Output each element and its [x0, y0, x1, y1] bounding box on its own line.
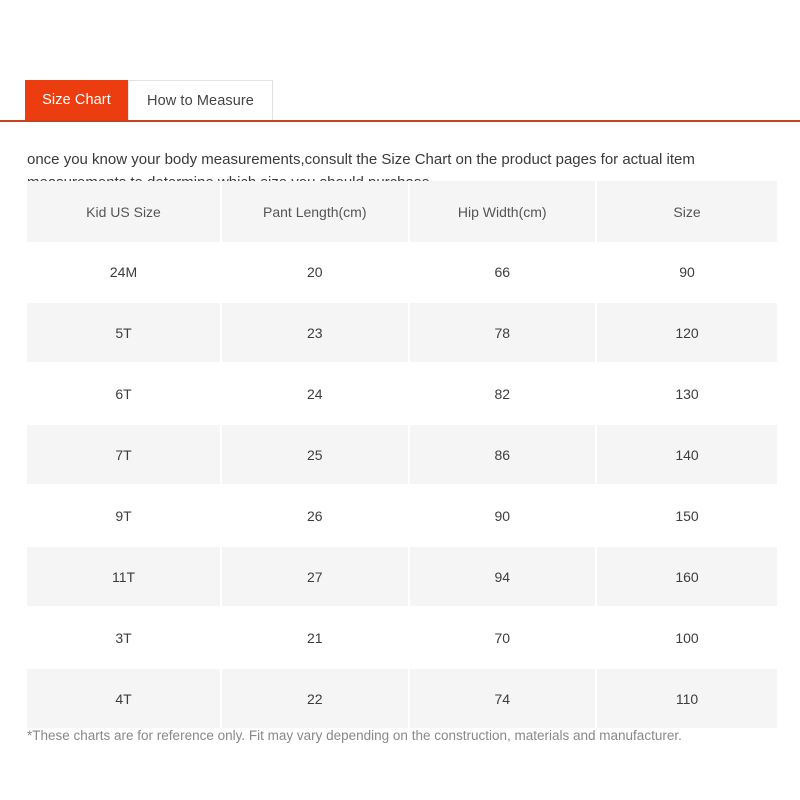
cell-pant-length: 25: [222, 425, 410, 486]
cell-pant-length: 20: [222, 242, 410, 303]
column-header-size: Size: [597, 181, 777, 242]
table-row: 9T 26 90 150: [27, 486, 777, 547]
cell-hip-width: 90: [409, 486, 597, 547]
cell-hip-width: 86: [409, 425, 597, 486]
cell-pant-length: 22: [222, 669, 410, 730]
column-header-kid-us-size: Kid US Size: [27, 181, 222, 242]
size-chart-table: Kid US Size Pant Length(cm) Hip Width(cm…: [27, 181, 777, 730]
table-row: 6T 24 82 130: [27, 364, 777, 425]
cell-size: 150: [597, 486, 777, 547]
table-row: 4T 22 74 110: [27, 669, 777, 730]
cell-hip-width: 94: [409, 547, 597, 608]
cell-pant-length: 27: [222, 547, 410, 608]
cell-kid-us-size: 9T: [27, 486, 222, 547]
table-row: 5T 23 78 120: [27, 303, 777, 364]
cell-kid-us-size: 5T: [27, 303, 222, 364]
cell-kid-us-size: 11T: [27, 547, 222, 608]
table-row: 24M 20 66 90: [27, 242, 777, 303]
cell-pant-length: 24: [222, 364, 410, 425]
cell-size: 110: [597, 669, 777, 730]
cell-kid-us-size: 3T: [27, 608, 222, 669]
cell-kid-us-size: 7T: [27, 425, 222, 486]
cell-size: 130: [597, 364, 777, 425]
disclaimer-footnote: *These charts are for reference only. Fi…: [27, 728, 682, 743]
cell-hip-width: 78: [409, 303, 597, 364]
cell-hip-width: 70: [409, 608, 597, 669]
cell-hip-width: 66: [409, 242, 597, 303]
table-header-row: Kid US Size Pant Length(cm) Hip Width(cm…: [27, 181, 777, 242]
tab-bar: Size Chart How to Measure: [0, 80, 800, 122]
cell-size: 120: [597, 303, 777, 364]
cell-pant-length: 23: [222, 303, 410, 364]
cell-size: 100: [597, 608, 777, 669]
cell-pant-length: 21: [222, 608, 410, 669]
cell-size: 160: [597, 547, 777, 608]
cell-kid-us-size: 4T: [27, 669, 222, 730]
column-header-pant-length: Pant Length(cm): [222, 181, 410, 242]
size-chart-page: Size Chart How to Measure once you know …: [0, 0, 800, 800]
cell-kid-us-size: 24M: [27, 242, 222, 303]
table-row: 11T 27 94 160: [27, 547, 777, 608]
table-header: Kid US Size Pant Length(cm) Hip Width(cm…: [27, 181, 777, 242]
cell-pant-length: 26: [222, 486, 410, 547]
table-row: 3T 21 70 100: [27, 608, 777, 669]
cell-size: 140: [597, 425, 777, 486]
table-row: 7T 25 86 140: [27, 425, 777, 486]
cell-hip-width: 74: [409, 669, 597, 730]
table-body: 24M 20 66 90 5T 23 78 120 6T 24 82 130 7…: [27, 242, 777, 730]
cell-hip-width: 82: [409, 364, 597, 425]
column-header-hip-width: Hip Width(cm): [409, 181, 597, 242]
tab-size-chart[interactable]: Size Chart: [25, 80, 128, 120]
tab-how-to-measure[interactable]: How to Measure: [128, 80, 273, 120]
cell-kid-us-size: 6T: [27, 364, 222, 425]
cell-size: 90: [597, 242, 777, 303]
